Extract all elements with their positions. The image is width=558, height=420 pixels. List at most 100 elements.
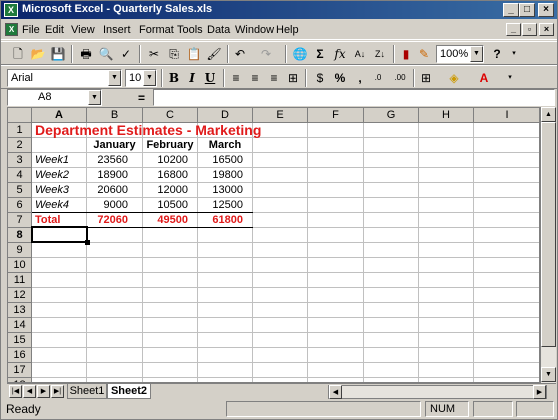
print-preview-icon[interactable]: 🔍 — [97, 45, 115, 63]
worksheet-grid[interactable]: A B C D E F G H I 1 2 3 4 5 6 7 8 9 10 1… — [7, 107, 540, 383]
formula-equals-sign[interactable]: = — [138, 91, 145, 105]
format-painter-icon[interactable]: 🖌 — [205, 45, 223, 63]
hyperlink-icon[interactable]: 🌐 — [291, 45, 309, 63]
data-cell[interactable]: 16800 — [143, 168, 193, 183]
bold-button[interactable]: B — [165, 69, 183, 87]
save-icon[interactable]: 💾 — [49, 45, 67, 63]
doc-minimize-button[interactable]: _ — [506, 23, 521, 36]
total-cell[interactable]: 49500 — [143, 213, 193, 228]
row-header-17[interactable]: 17 — [8, 363, 32, 378]
vertical-scrollbar[interactable]: ▲ ▼ — [540, 107, 556, 383]
select-all-corner[interactable] — [8, 108, 32, 123]
scroll-right-icon[interactable]: ▶ — [533, 385, 546, 399]
chevron-down-icon[interactable]: ▼ — [470, 46, 483, 62]
row-label-cell[interactable]: Week4 — [35, 198, 69, 213]
column-header-c[interactable]: C — [143, 108, 198, 123]
open-icon[interactable]: 📂 — [29, 45, 47, 63]
scroll-left-icon[interactable]: ◀ — [329, 385, 342, 399]
sort-ascending-icon[interactable]: A↓ — [351, 45, 369, 63]
row-header-1[interactable]: 1 — [8, 123, 32, 138]
row-label-cell[interactable]: Week1 — [35, 153, 69, 168]
font-color-icon[interactable]: A — [475, 69, 493, 87]
column-header-e[interactable]: E — [253, 108, 308, 123]
row-header-7[interactable]: 7 — [8, 213, 32, 228]
increase-decimal-icon[interactable]: .0 — [369, 69, 387, 87]
excel-app-icon[interactable]: X — [4, 3, 18, 17]
sort-descending-icon[interactable]: Z↓ — [371, 45, 389, 63]
menu-help[interactable]: Help — [276, 24, 299, 36]
row-header-12[interactable]: 12 — [8, 288, 32, 303]
sheet-tab-sheet2[interactable]: Sheet2 — [107, 384, 151, 399]
column-header-a[interactable]: A — [32, 108, 87, 123]
total-cell[interactable]: 72060 — [87, 213, 133, 228]
data-cell[interactable]: 13000 — [198, 183, 248, 198]
menu-view[interactable]: View — [71, 24, 95, 36]
row-header-6[interactable]: 6 — [8, 198, 32, 213]
align-right-icon[interactable]: ≡ — [265, 69, 283, 87]
comma-style-icon[interactable]: , — [351, 69, 369, 87]
chart-wizard-icon[interactable]: ▮ — [397, 45, 415, 63]
cut-icon[interactable]: ✂ — [145, 45, 163, 63]
row-header-8[interactable]: 8 — [8, 228, 32, 243]
row-header-10[interactable]: 10 — [8, 258, 32, 273]
spelling-icon[interactable]: ✓ — [117, 45, 135, 63]
name-box[interactable]: A8 ▼ — [7, 89, 102, 106]
new-icon[interactable]: 🗋 — [9, 45, 27, 63]
font-select[interactable]: Arial ▼ — [7, 69, 122, 87]
data-cell[interactable]: 12000 — [143, 183, 193, 198]
font-size-select[interactable]: 10 ▼ — [125, 69, 157, 87]
prev-sheet-icon[interactable]: ◀ — [23, 385, 36, 398]
row-header-2[interactable]: 2 — [8, 138, 32, 153]
data-cell[interactable]: 18900 — [87, 168, 133, 183]
data-cell[interactable]: 16500 — [198, 153, 248, 168]
sheet-title-cell[interactable]: Department Estimates - Marketing — [35, 123, 261, 138]
italic-button[interactable]: I — [183, 69, 201, 87]
redo-icon[interactable]: ↷ — [257, 45, 275, 63]
toolbar-options-icon[interactable]: ▾ — [505, 45, 523, 63]
data-cell[interactable]: 10200 — [143, 153, 193, 168]
currency-icon[interactable]: $ — [311, 69, 329, 87]
header-cell-february[interactable]: February — [143, 138, 197, 153]
data-cell[interactable]: 19800 — [198, 168, 248, 183]
help-icon[interactable]: ? — [488, 45, 506, 63]
merge-center-icon[interactable]: ⊞ — [284, 69, 302, 87]
doc-restore-button[interactable]: ▫ — [522, 23, 537, 36]
vertical-scroll-thumb[interactable] — [541, 122, 556, 347]
row-header-16[interactable]: 16 — [8, 348, 32, 363]
data-cell[interactable]: 20600 — [87, 183, 133, 198]
column-header-i[interactable]: I — [474, 108, 539, 123]
print-icon[interactable]: 🖶 — [77, 45, 95, 63]
column-header-d[interactable]: D — [198, 108, 253, 123]
chevron-down-icon[interactable]: ▼ — [143, 70, 156, 86]
sheet-tab-sheet1[interactable]: Sheet1 — [67, 384, 107, 399]
column-header-g[interactable]: G — [364, 108, 419, 123]
last-sheet-icon[interactable]: ▶| — [51, 385, 64, 398]
fill-color-icon[interactable]: ◈ — [445, 69, 463, 87]
doc-close-button[interactable]: × — [539, 23, 554, 36]
column-header-h[interactable]: H — [419, 108, 474, 123]
close-button[interactable]: × — [538, 3, 554, 17]
function-icon[interactable]: fx — [331, 45, 349, 63]
scroll-down-icon[interactable]: ▼ — [541, 367, 556, 382]
copy-icon[interactable]: ⎘ — [165, 45, 183, 63]
row-header-5[interactable]: 5 — [8, 183, 32, 198]
fill-handle[interactable] — [85, 240, 90, 245]
data-cell[interactable]: 9000 — [87, 198, 133, 213]
row-header-15[interactable]: 15 — [8, 333, 32, 348]
row-header-4[interactable]: 4 — [8, 168, 32, 183]
chevron-down-icon[interactable]: ▼ — [108, 70, 121, 86]
horizontal-scrollbar[interactable]: ◀ ▶ — [328, 385, 547, 399]
column-header-f[interactable]: F — [308, 108, 364, 123]
align-left-icon[interactable]: ≡ — [227, 69, 245, 87]
drawing-icon[interactable]: ✎ — [415, 45, 433, 63]
next-sheet-icon[interactable]: ▶ — [37, 385, 50, 398]
chevron-down-icon[interactable]: ▼ — [88, 90, 101, 105]
decrease-decimal-icon[interactable]: .00 — [391, 69, 409, 87]
maximize-button[interactable]: □ — [519, 3, 535, 17]
menu-file[interactable]: File — [22, 24, 40, 36]
minimize-button[interactable]: _ — [503, 3, 519, 17]
menu-data[interactable]: Data — [207, 24, 230, 36]
row-header-3[interactable]: 3 — [8, 153, 32, 168]
menu-edit[interactable]: Edit — [45, 24, 64, 36]
borders-icon[interactable]: ⊞ — [417, 69, 435, 87]
